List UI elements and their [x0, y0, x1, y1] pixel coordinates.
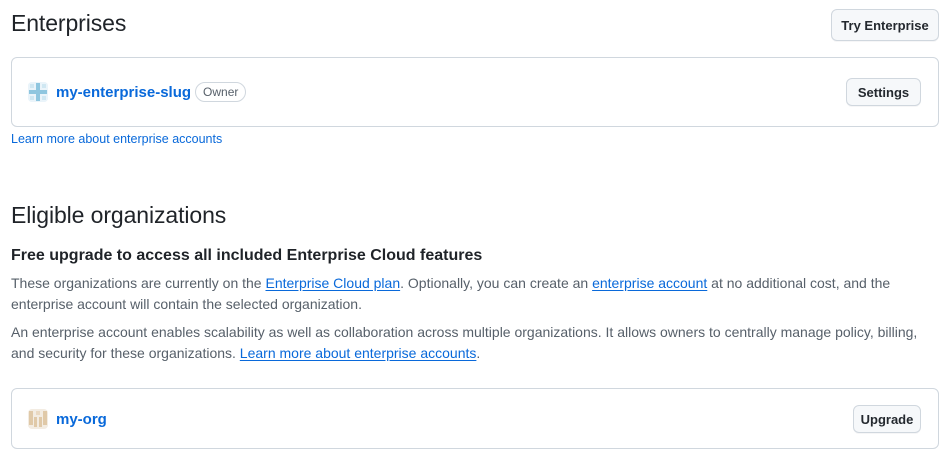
para1-text-1: These organizations are currently on the: [11, 275, 266, 291]
organization-list-item: my-org Upgrade: [11, 388, 939, 449]
eligible-description-1: These organizations are currently on the…: [11, 273, 941, 315]
enterprise-list-item: my-enterprise-slug Owner Settings: [11, 57, 939, 127]
enterprise-settings-button[interactable]: Settings: [846, 78, 921, 106]
learn-more-enterprise-link[interactable]: Learn more about enterprise accounts: [11, 132, 222, 146]
learn-more-enterprise-accounts-link[interactable]: Learn more about enterprise accounts: [240, 345, 477, 361]
free-upgrade-title: Free upgrade to access all included Ente…: [11, 247, 483, 264]
enterprise-identicon-icon: [28, 82, 48, 102]
org-avatar[interactable]: [28, 409, 48, 429]
eligible-description-2: An enterprise account enables scalabilit…: [11, 322, 941, 364]
org-identicon-icon: [28, 409, 48, 429]
enterprise-account-link[interactable]: enterprise account: [592, 275, 707, 291]
para1-text-2: . Optionally, you can create an: [400, 275, 593, 291]
owner-badge: Owner: [195, 82, 247, 102]
enterprise-avatar[interactable]: [28, 82, 48, 102]
eligible-organizations-heading: Eligible organizations: [11, 202, 227, 228]
enterprise-cloud-plan-link[interactable]: Enterprise Cloud plan: [265, 275, 400, 291]
try-enterprise-button[interactable]: Try Enterprise: [831, 9, 939, 41]
enterprise-name-link[interactable]: my-enterprise-slug: [56, 84, 191, 101]
upgrade-button[interactable]: Upgrade: [853, 405, 921, 433]
para2-text-2: .: [476, 345, 481, 361]
enterprises-heading: Enterprises: [11, 10, 127, 36]
org-name-link[interactable]: my-org: [56, 411, 107, 428]
